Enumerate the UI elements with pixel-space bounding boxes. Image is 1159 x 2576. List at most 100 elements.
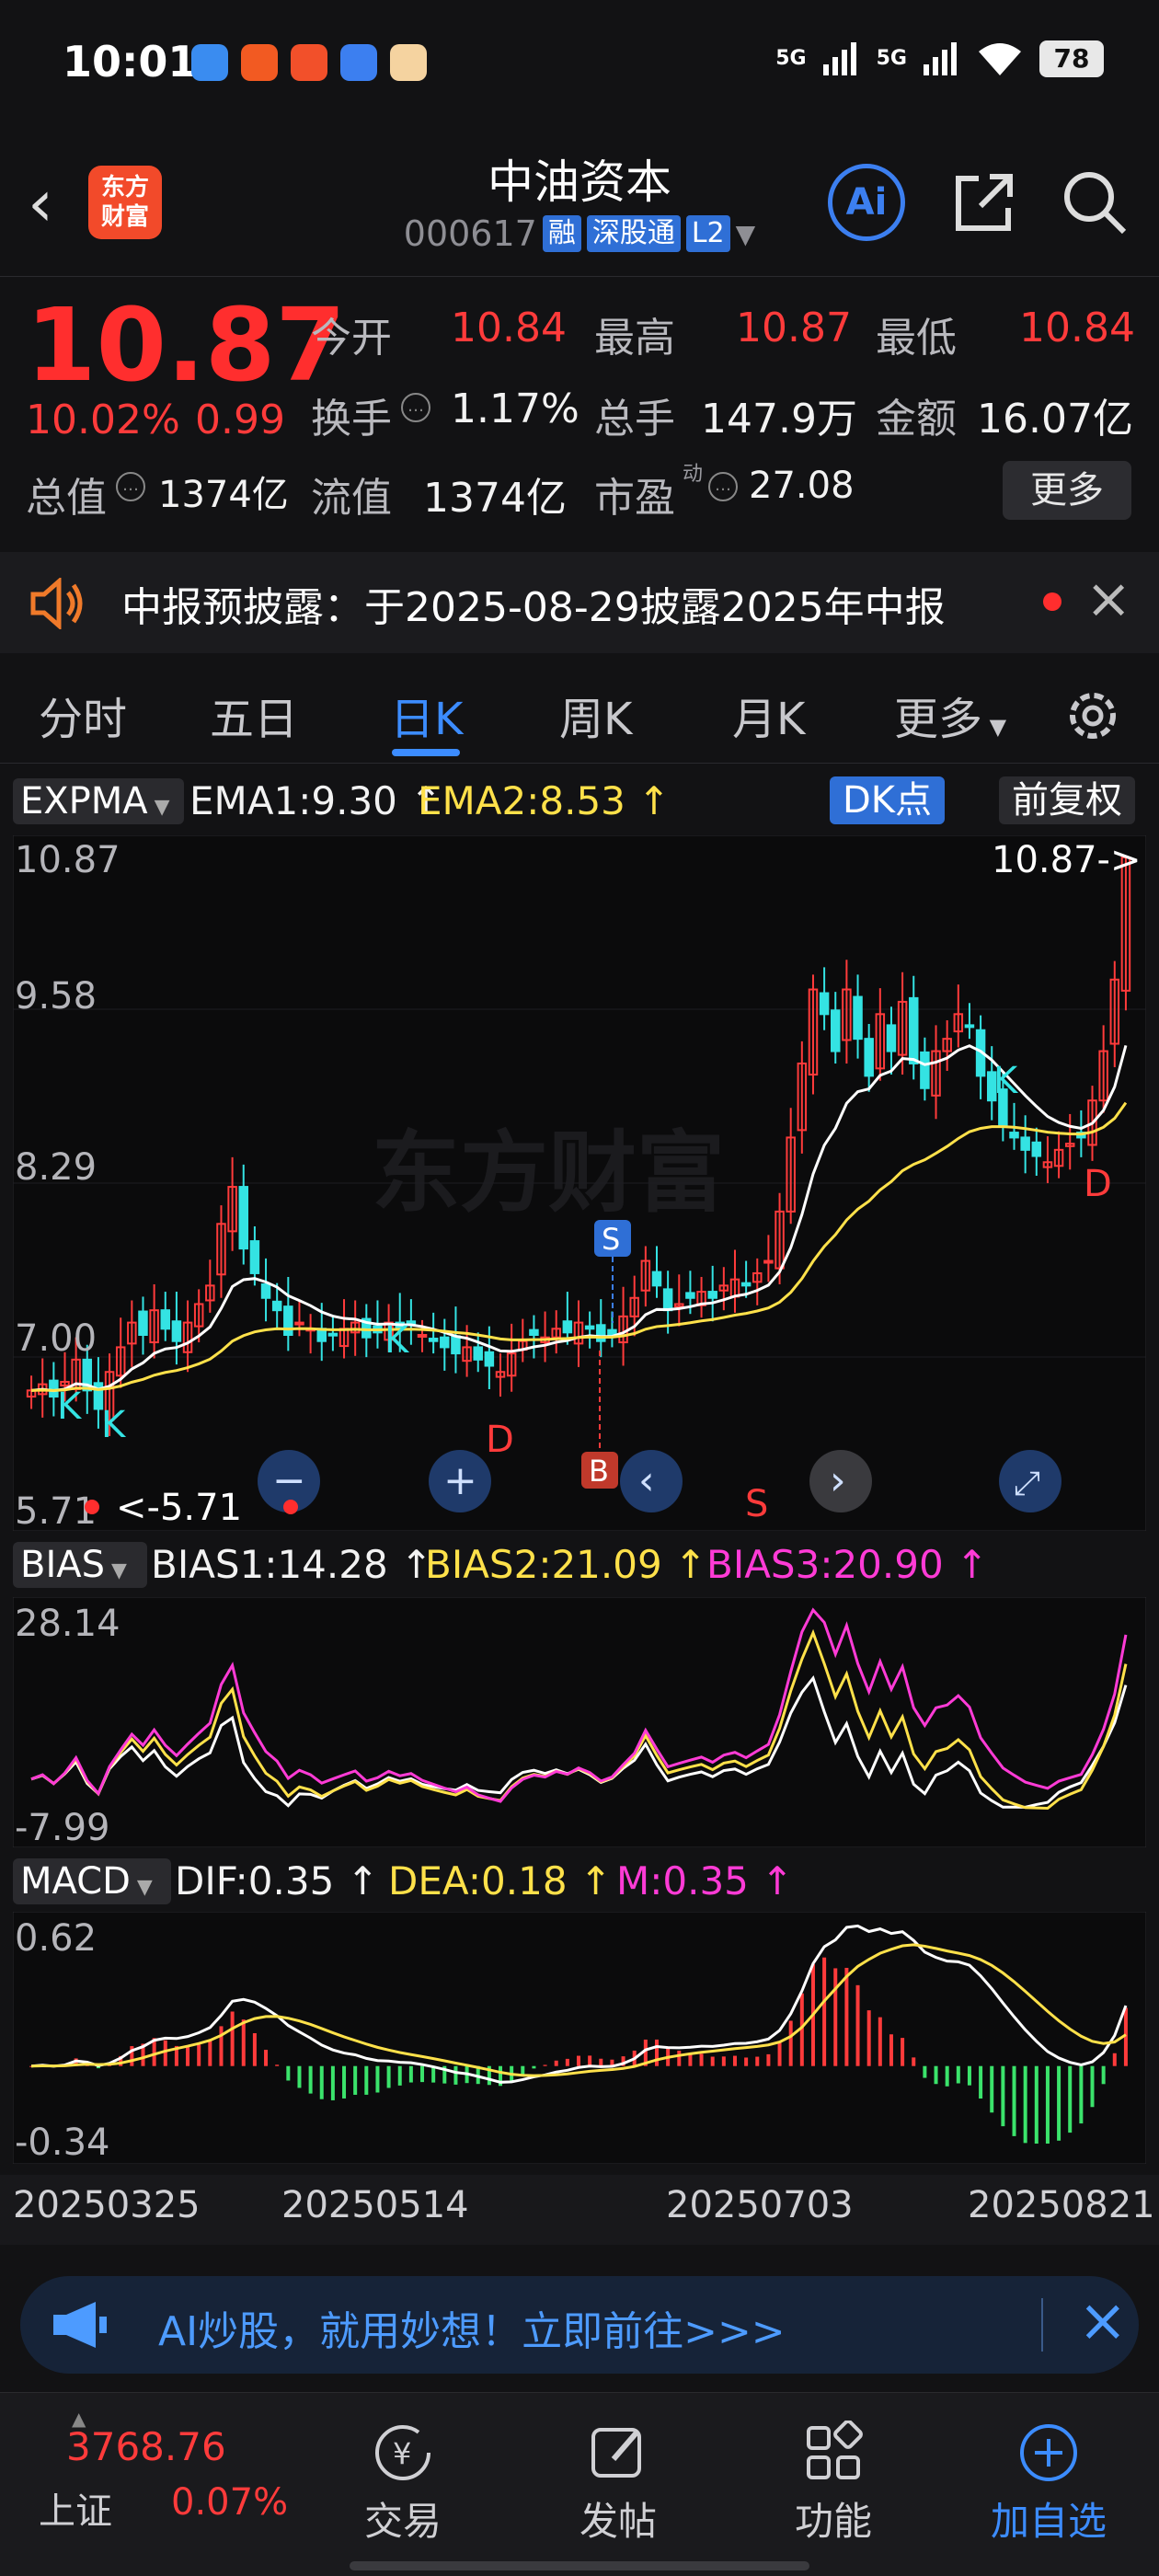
candle-body [283, 1305, 293, 1336]
macd-bar [934, 2065, 938, 2085]
candle-body [529, 1328, 539, 1337]
period-tabs: 分时 五日 日K 周K 月K 更多 ▼ [0, 662, 1159, 764]
info-icon[interactable]: … [116, 472, 145, 501]
tab-five-day[interactable]: 五日 [210, 683, 298, 747]
trade-icon: ¥ [375, 2425, 430, 2480]
tab-daily-k[interactable]: 日K [390, 683, 463, 747]
macd-bar [677, 2050, 682, 2066]
plus-icon: + [443, 1457, 477, 1504]
float-value: 1374亿 [423, 475, 567, 522]
chevron-down-icon: ▼ [982, 714, 1007, 740]
tab-weekly-k[interactable]: 周K [559, 683, 632, 747]
candle-body [763, 1259, 774, 1264]
ai-promo-banner[interactable]: AI炒股，就用妙想！立即前往>>> × [20, 2276, 1139, 2374]
margin-tag: 融 [542, 215, 581, 252]
chevron-down-icon: ▼ [735, 218, 756, 249]
candle-body [740, 1282, 752, 1287]
candle-body [451, 1335, 461, 1355]
macd-bar [833, 1968, 838, 2066]
macd-bar [297, 2065, 302, 2088]
forward-adjust-button[interactable]: 前复权 [999, 776, 1135, 824]
bottom-navigation: ▲ 3768.76 上证 0.07% ¥ 交易 发帖 功能 加自选 [0, 2392, 1159, 2576]
macd-bar [979, 2065, 983, 2099]
candle-body [707, 1291, 717, 1299]
macd-bar [364, 2065, 369, 2095]
macd-bar [844, 1967, 849, 2066]
high-value: 10.87 [736, 305, 852, 351]
nav-add-watchlist-label: 加自选 [990, 2499, 1107, 2544]
macd-bar [956, 2065, 960, 2084]
candle-body [964, 1024, 975, 1029]
m-value: M:0.35 ↑ [616, 1858, 794, 1903]
turnover-value: 1.17% [451, 385, 580, 432]
nav-post[interactable]: 发帖 [526, 2421, 710, 2547]
turnover-label: 换手 [311, 396, 392, 443]
macd-bar [866, 2010, 871, 2066]
dk-point-button[interactable]: DK点 [830, 776, 946, 824]
bias-selector[interactable]: BIAS ▼ [13, 1542, 147, 1588]
candle-body [271, 1300, 282, 1312]
stock-code: 000617 [403, 213, 537, 254]
d-mark: D [1084, 1163, 1112, 1205]
tab-more-label: 更多 [894, 694, 983, 745]
search-icon[interactable] [1058, 166, 1131, 239]
kline-chart[interactable]: 东方财富 10.87 9.58 8.29 7.00 5.71 10.87-> <… [13, 835, 1146, 1531]
dea-value: DEA:0.18 ↑ [388, 1858, 613, 1903]
volume-label: 总手 [594, 396, 675, 443]
macd-bar [453, 2065, 458, 2085]
low-value: 10.84 [1019, 305, 1135, 351]
candle-body [327, 1332, 339, 1337]
bias3-text: BIAS3:20.90 [706, 1542, 944, 1587]
indicator-name: BIAS [20, 1544, 105, 1586]
candle-body [1009, 1132, 1019, 1139]
index-value[interactable]: 3768.76 [66, 2424, 226, 2469]
macd-bar [923, 2065, 927, 2078]
ai-button[interactable]: Ai [828, 164, 905, 241]
macd-bar [163, 2040, 167, 2066]
macd-bar [1112, 2053, 1117, 2066]
svg-text:¥: ¥ [393, 2436, 411, 2471]
chevron-right-icon: › [830, 1457, 846, 1504]
low-price-marker: <-5.71 [116, 1487, 242, 1529]
nav-functions[interactable]: 功能 [741, 2421, 925, 2547]
macd-bar [822, 1957, 827, 2066]
share-icon[interactable] [947, 166, 1021, 239]
macd-bar [912, 2057, 916, 2066]
macd-bar [353, 2065, 358, 2095]
close-icon[interactable]: × [1085, 567, 1131, 631]
macd-bar [1068, 2065, 1073, 2133]
candle-body [428, 1338, 439, 1342]
status-time: 10:01 [63, 37, 198, 86]
macd-bar [286, 2065, 291, 2081]
macd-bar [375, 2065, 380, 2093]
macd-chart[interactable]: 0.62 -0.34 [13, 1912, 1146, 2164]
macd-bar [599, 2058, 603, 2066]
bias-chart[interactable]: 28.14 -7.99 [13, 1597, 1146, 1847]
tab-intraday[interactable]: 分时 [39, 683, 127, 747]
info-icon[interactable]: … [401, 393, 430, 422]
info-icon[interactable]: … [708, 472, 738, 501]
tab-more[interactable]: 更多 ▼ [894, 683, 1006, 747]
macd-bar [945, 2065, 949, 2087]
macd-bar [990, 2065, 994, 2113]
candle-body [484, 1351, 495, 1367]
more-quote-button[interactable]: 更多 [1003, 461, 1131, 520]
k-mark: K [993, 1060, 1019, 1102]
mktcap-label: 总值 [26, 475, 107, 522]
macd-selector[interactable]: MACD ▼ [13, 1858, 171, 1904]
candle-body [160, 1309, 171, 1330]
y-label: 9.58 [15, 975, 97, 1018]
candle-body [238, 1186, 249, 1250]
nav-trade[interactable]: ¥ 交易 [311, 2421, 495, 2547]
tab-monthly-k[interactable]: 月K [732, 683, 805, 747]
nav-add-watchlist[interactable]: 加自选 [957, 2421, 1141, 2547]
notice-text: 中报预披露：于2025-08-29披露2025年中报 [121, 584, 946, 631]
macd-bar [275, 2064, 280, 2066]
index-change[interactable]: 0.07% [171, 2481, 288, 2524]
settings-gear-icon[interactable] [1063, 686, 1122, 745]
expma-selector[interactable]: EXPMA ▼ [13, 778, 184, 824]
notice-banner[interactable]: 中报预披露：于2025-08-29披露2025年中报 × [0, 552, 1159, 653]
close-icon[interactable]: × [1078, 2287, 1128, 2355]
index-name[interactable]: 上证 [39, 2481, 112, 2535]
bias2-value: BIAS2:21.09 ↑ [425, 1542, 707, 1587]
